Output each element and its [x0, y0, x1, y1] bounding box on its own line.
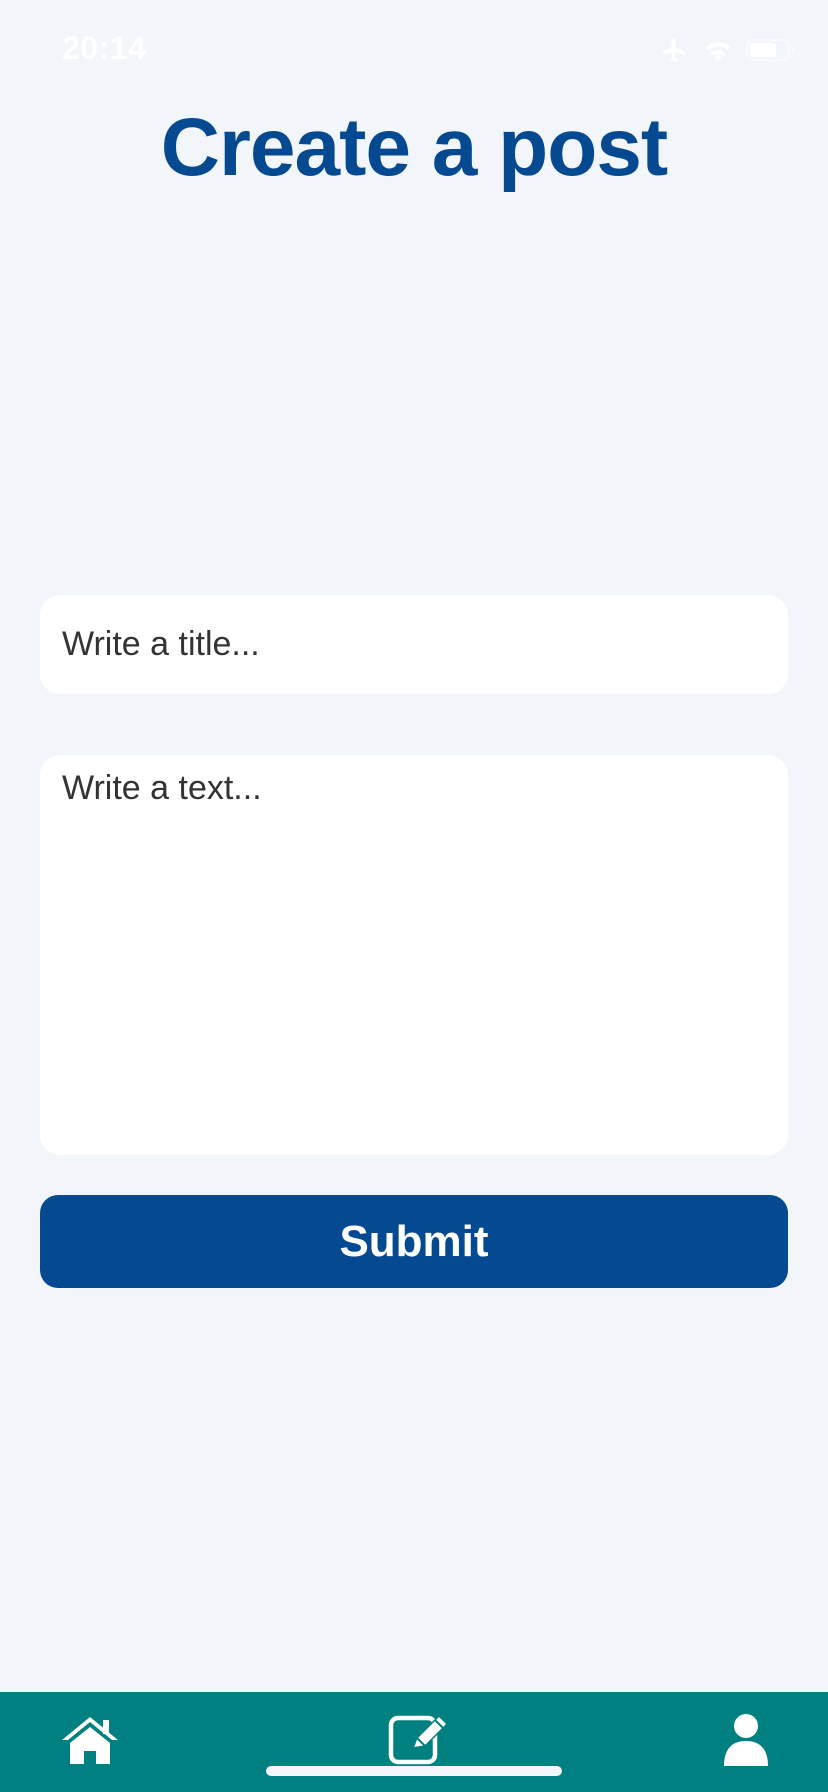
tab-create[interactable] — [382, 1692, 462, 1792]
wifi-icon — [702, 37, 734, 68]
title-input[interactable] — [40, 595, 788, 694]
submit-button[interactable]: Submit — [40, 1195, 788, 1288]
tab-home[interactable] — [50, 1692, 130, 1792]
edit-icon — [387, 1712, 457, 1773]
status-icons — [658, 36, 796, 69]
text-input[interactable] — [40, 755, 788, 1155]
battery-icon — [746, 38, 796, 67]
home-indicator[interactable] — [266, 1766, 562, 1776]
tab-bar — [0, 1692, 828, 1792]
status-time: 20:14 — [62, 30, 147, 66]
page-title: Create a post — [160, 102, 669, 193]
home-icon — [59, 1714, 121, 1771]
airplane-mode-icon — [658, 36, 690, 69]
user-icon — [721, 1712, 771, 1773]
status-bar: 20:14 — [0, 0, 828, 100]
tab-profile[interactable] — [706, 1692, 786, 1792]
